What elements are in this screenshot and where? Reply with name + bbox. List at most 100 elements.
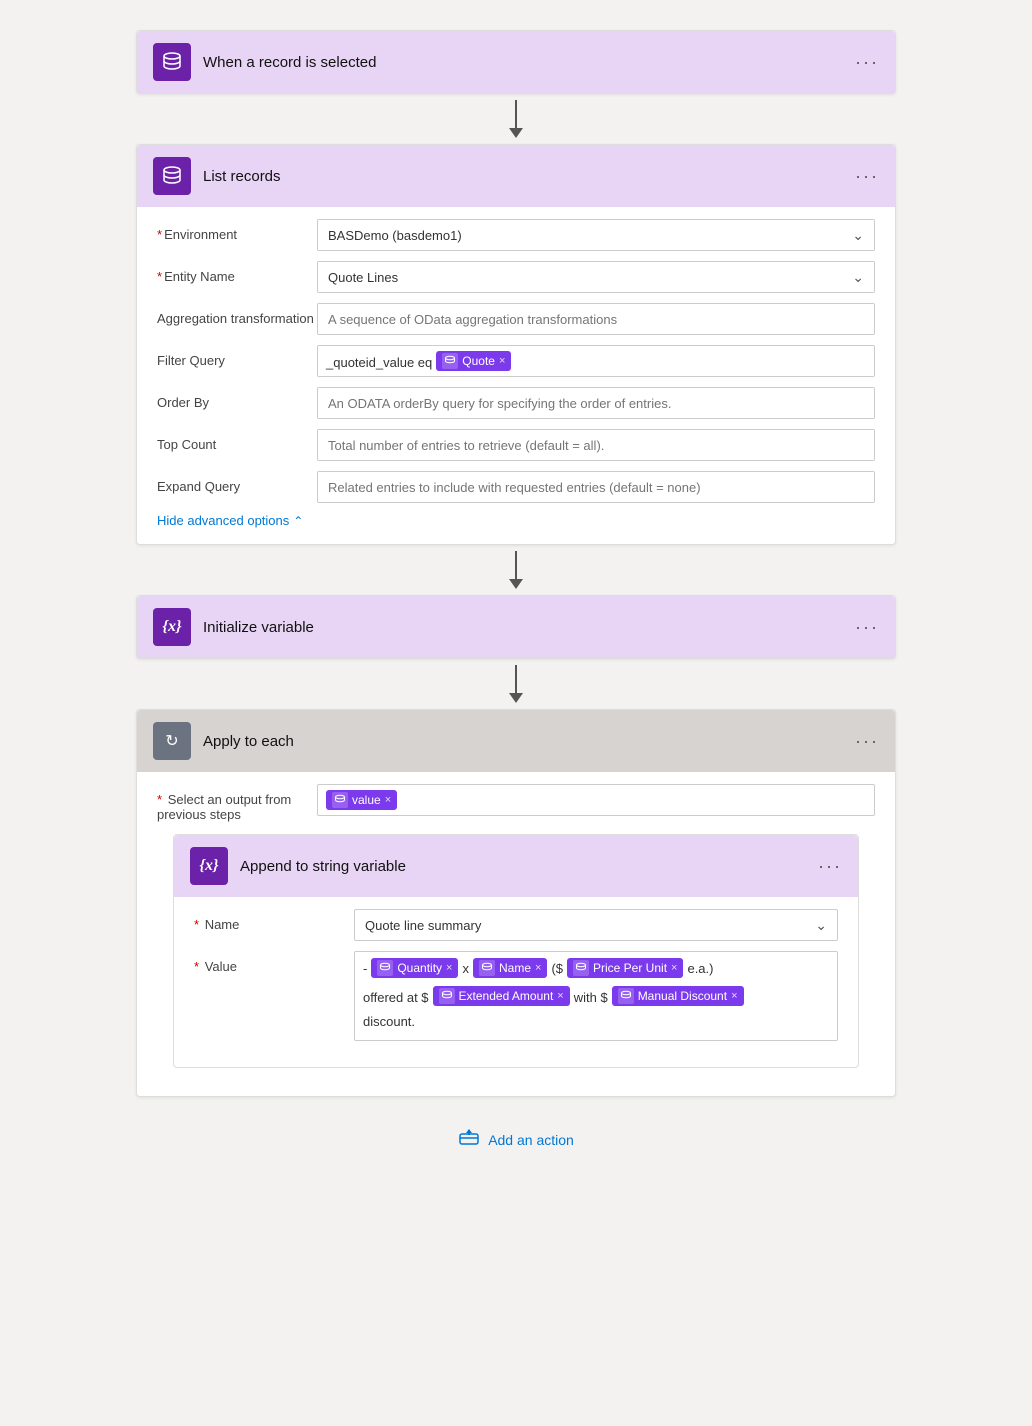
list-records-header: List records ··· xyxy=(137,145,895,207)
filter-query-prefix: _quoteid_value eq xyxy=(326,352,432,370)
select-output-row: * Select an output from previous steps v… xyxy=(157,784,875,822)
aggregation-row: Aggregation transformation xyxy=(157,303,875,335)
append-variable-title: Append to string variable xyxy=(240,858,818,875)
append-name-label: * Name xyxy=(194,909,354,932)
discount-close[interactable]: × xyxy=(731,990,737,1002)
filter-query-input[interactable]: _quoteid_value eq Quote × xyxy=(317,345,875,377)
initialize-variable-menu[interactable]: ··· xyxy=(855,617,879,638)
connector-3 xyxy=(509,659,523,709)
append-name-chevron: ⌄ xyxy=(815,917,827,934)
trigger-icon xyxy=(153,43,191,81)
expand-query-row: Expand Query xyxy=(157,471,875,503)
aggregation-input[interactable] xyxy=(317,303,875,335)
apply-to-each-menu[interactable]: ··· xyxy=(855,731,879,752)
quantity-close[interactable]: × xyxy=(446,962,452,974)
value-token-close[interactable]: × xyxy=(385,794,391,806)
extended-close[interactable]: × xyxy=(557,990,563,1002)
extended-db-icon xyxy=(439,988,455,1004)
connector-line-2 xyxy=(515,551,517,579)
add-action-area: Add an action xyxy=(442,1117,590,1162)
init-var-symbol: {x} xyxy=(162,618,181,636)
hide-advanced-link[interactable]: Hide advanced options ⌃ xyxy=(157,513,875,528)
select-output-label: * Select an output from previous steps xyxy=(157,784,317,822)
trigger-card-header: When a record is selected ··· xyxy=(137,31,895,93)
init-var-icon: {x} xyxy=(153,608,191,646)
quantity-db-icon xyxy=(377,960,393,976)
aggregation-label: Aggregation transformation xyxy=(157,303,317,326)
order-by-row: Order By xyxy=(157,387,875,419)
append-var-symbol: {x} xyxy=(199,857,218,875)
environment-input[interactable]: BASDemo (basdemo1) ⌄ xyxy=(317,219,875,251)
apply-icon: ↻ xyxy=(153,722,191,760)
filter-token-close[interactable]: × xyxy=(499,355,505,367)
dash-text: - xyxy=(363,958,367,976)
loop-icon: ↻ xyxy=(165,731,178,751)
trigger-menu[interactable]: ··· xyxy=(855,52,879,73)
apply-to-each-body: * Select an output from previous steps v… xyxy=(137,772,895,1096)
append-value-input[interactable]: - Quantity × xyxy=(354,951,838,1041)
price-close[interactable]: × xyxy=(671,962,677,974)
append-value-row: * Value - xyxy=(194,951,838,1041)
initialize-variable-header: {x} Initialize variable ··· xyxy=(137,596,895,658)
list-records-icon xyxy=(153,157,191,195)
connector-2 xyxy=(509,545,523,595)
page-container: When a record is selected ··· List recor… xyxy=(0,0,1032,1426)
top-count-input[interactable] xyxy=(317,429,875,461)
value-token: value × xyxy=(326,790,397,810)
initialize-variable-title: Initialize variable xyxy=(203,619,855,636)
discount-token: Manual Discount × xyxy=(612,986,744,1006)
value-token-db-icon xyxy=(332,792,348,808)
add-action-button[interactable]: Add an action xyxy=(442,1117,590,1162)
filter-query-label: Filter Query xyxy=(157,345,317,368)
value-token-label: value xyxy=(352,793,381,807)
entity-name-row: *Entity Name Quote Lines ⌄ xyxy=(157,261,875,293)
add-action-label: Add an action xyxy=(488,1132,574,1148)
append-var-icon: {x} xyxy=(190,847,228,885)
expand-query-label: Expand Query xyxy=(157,471,317,494)
connector-arrow-3 xyxy=(509,693,523,703)
filter-token-label: Quote xyxy=(462,354,495,368)
append-name-row: * Name Quote line summary ⌄ xyxy=(194,909,838,941)
append-variable-card: {x} Append to string variable ··· * Name… xyxy=(173,834,859,1068)
price-db-icon xyxy=(573,960,589,976)
environment-chevron: ⌄ xyxy=(852,227,864,244)
add-action-icon xyxy=(458,1127,480,1152)
environment-label: *Environment xyxy=(157,219,317,242)
apply-to-each-card: ↻ Apply to each ··· * Select an output f… xyxy=(136,709,896,1097)
discount-db-icon xyxy=(618,988,634,1004)
name-close[interactable]: × xyxy=(535,962,541,974)
suffix1-text: e.a.) xyxy=(687,958,713,976)
extended-token: Extended Amount × xyxy=(433,986,570,1006)
x1-text: x xyxy=(462,958,469,976)
chevron-up-icon: ⌃ xyxy=(293,514,303,528)
connector-arrow-1 xyxy=(509,128,523,138)
price-token: Price Per Unit × xyxy=(567,958,683,978)
filter-query-row: Filter Query _quoteid_value eq Quote × xyxy=(157,345,875,377)
trigger-card: When a record is selected ··· xyxy=(136,30,896,94)
append-variable-menu[interactable]: ··· xyxy=(818,856,842,877)
apply-to-each-title: Apply to each xyxy=(203,733,855,750)
append-value-label: * Value xyxy=(194,951,354,974)
environment-row: *Environment BASDemo (basdemo1) ⌄ xyxy=(157,219,875,251)
entity-name-label: *Entity Name xyxy=(157,261,317,284)
top-count-row: Top Count xyxy=(157,429,875,461)
quantity-token: Quantity × xyxy=(371,958,458,978)
apply-to-each-header: ↻ Apply to each ··· xyxy=(137,710,895,772)
list-records-menu[interactable]: ··· xyxy=(855,166,879,187)
filter-token-db-icon xyxy=(442,353,458,369)
expand-query-input[interactable] xyxy=(317,471,875,503)
append-variable-header: {x} Append to string variable ··· xyxy=(174,835,858,897)
connector-1 xyxy=(509,94,523,144)
with-text: with $ xyxy=(574,987,608,1005)
append-variable-body: * Name Quote line summary ⌄ * Value xyxy=(174,897,858,1067)
entity-name-input[interactable]: Quote Lines ⌄ xyxy=(317,261,875,293)
list-records-body: *Environment BASDemo (basdemo1) ⌄ *Entit… xyxy=(137,207,895,544)
select-output-input[interactable]: value × xyxy=(317,784,875,816)
order-by-input[interactable] xyxy=(317,387,875,419)
top-count-label: Top Count xyxy=(157,429,317,452)
entity-name-chevron: ⌄ xyxy=(852,269,864,286)
list-records-card: List records ··· *Environment BASDemo (b… xyxy=(136,144,896,545)
append-name-input[interactable]: Quote line summary ⌄ xyxy=(354,909,838,941)
connector-line-3 xyxy=(515,665,517,693)
list-records-title: List records xyxy=(203,168,855,185)
